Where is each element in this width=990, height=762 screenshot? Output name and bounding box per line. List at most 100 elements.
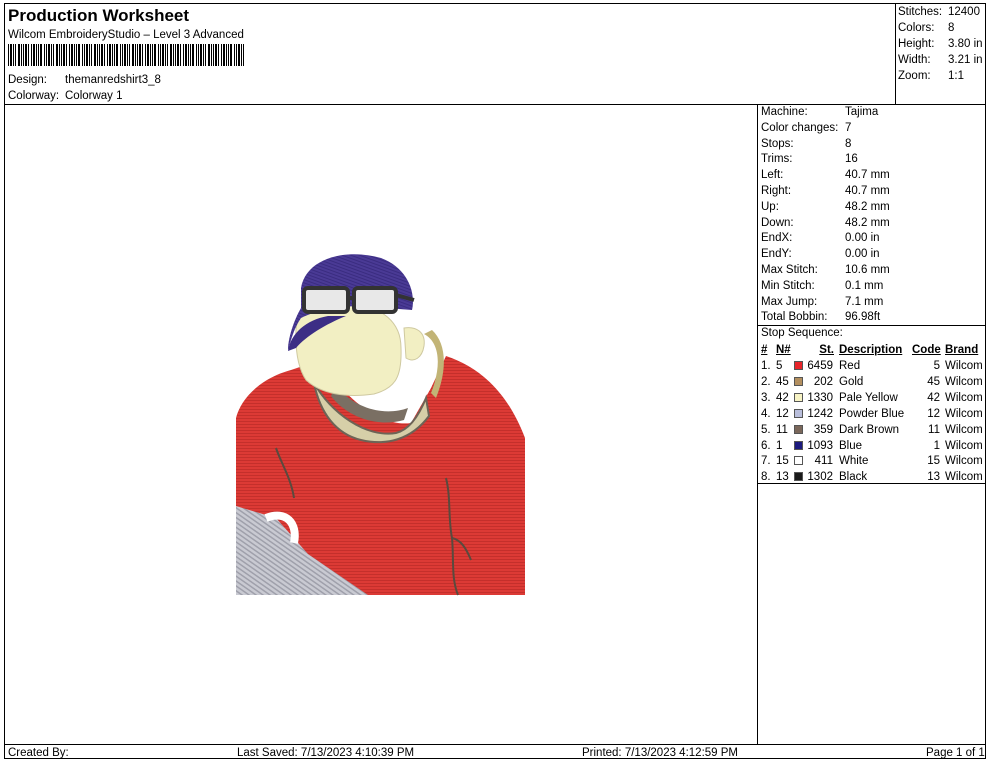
stop-row-num: 2. [761,375,771,388]
printed-date: Printed: 7/13/2023 4:12:59 PM [582,747,738,759]
color-changes-value: 7 [845,122,852,134]
width-value: 3.21 in [948,54,983,66]
stop-row-num: 4. [761,407,771,420]
col-header-st: St. [819,344,834,356]
stop-row-code: 12 [927,407,940,420]
stop-row-num: 6. [761,439,771,452]
zoom-value: 1:1 [948,70,964,82]
footer-divider [4,744,986,745]
stitches-value: 12400 [948,6,980,18]
stop-row-stitches: 1330 [807,391,833,404]
min-stitch-value: 0.1 mm [845,280,884,292]
stop-row-code: 5 [933,360,940,372]
machine-value: Tajima [845,106,879,118]
color-swatch [794,376,803,386]
color-swatch [794,361,803,370]
color-swatch [794,408,803,418]
stop-row-description: Dark Brown [839,423,900,436]
stop-row-description: Gold [839,375,864,388]
min-stitch-label: Min Stitch: [761,280,815,292]
stop-row-description: White [839,455,869,468]
width-label: Width: [898,54,931,66]
stop-row-brand: Wilcom [945,455,983,468]
stop-sequence-title: Stop Sequence: [761,327,843,339]
color-swatch [794,392,803,402]
stop-row-needle: 11 [776,423,788,436]
face [295,301,402,396]
stop-row-code: 13 [927,471,940,484]
stop-row-needle: 13 [776,471,789,484]
down-label: Down: [761,217,794,229]
design-preview [236,254,525,596]
max-stitch-label: Max Stitch: [761,264,818,276]
stop-row-num: 3. [761,391,771,404]
stop-row-brand: Wilcom [945,391,983,404]
sunglasses [302,286,415,314]
color-swatch [794,424,803,434]
endx-value: 0.00 in [845,232,880,244]
colorway-value: Colorway 1 [65,90,123,102]
machine-label: Machine: [761,106,808,118]
up-label: Up: [761,201,779,213]
stop-row-needle: 15 [776,455,789,468]
stop-row-brand: Wilcom [945,360,983,372]
color-changes-label: Color changes: [761,122,839,134]
max-stitch-value: 10.6 mm [845,264,890,276]
stop-row-needle: 45 [776,375,789,388]
down-value: 48.2 mm [845,217,890,229]
stop-row-stitches: 1302 [807,471,833,484]
total-bobbin-label: Total Bobbin: [761,311,828,323]
stop-row-code: 45 [927,375,940,388]
stops-label: Stops: [761,138,794,150]
colors-value: 8 [948,22,955,34]
page-title: Production Worksheet [8,6,190,25]
max-jump-label: Max Jump: [761,296,818,308]
stop-row-brand: Wilcom [945,423,983,436]
stop-row-stitches: 202 [813,375,833,388]
col-header-brand: Brand [945,344,979,356]
summary-divider [895,3,896,104]
max-jump-value: 7.1 mm [845,296,884,308]
page-number: Page 1 of 1 [926,747,985,759]
software-subtitle: Wilcom EmbroideryStudio – Level 3 Advanc… [8,29,244,41]
stop-row-stitches: 6459 [807,360,833,372]
stop-row-description: Blue [839,439,863,452]
stop-row-needle: 12 [776,407,789,420]
col-header-code: Code [912,344,941,356]
stop-row-stitches: 1093 [807,439,833,452]
header-divider [4,104,986,105]
stop-row-code: 11 [928,423,940,436]
stops-value: 8 [845,138,852,150]
left-label: Left: [761,169,784,181]
stop-row-description: Powder Blue [839,407,905,420]
info-panel-divider [757,104,758,744]
colorway-label: Colorway: [8,90,60,102]
colors-label: Colors: [898,22,935,34]
up-value: 48.2 mm [845,201,890,213]
color-swatch [794,440,803,450]
height-label: Height: [898,38,935,50]
design-label: Design: [8,74,47,86]
stop-row-stitches: 411 [814,455,833,468]
endy-value: 0.00 in [845,248,880,260]
trims-label: Trims: [761,153,793,165]
col-header-num: # [761,344,768,356]
stop-row-stitches: 359 [813,423,833,436]
stop-row-brand: Wilcom [945,375,983,388]
stop-row-needle: 5 [776,360,783,372]
stop-row-description: Red [839,360,861,372]
stop-row-num: 5. [761,423,771,436]
stop-row-description: Pale Yellow [839,391,898,404]
total-bobbin-value: 96.98ft [845,311,881,323]
stop-row-needle: 1 [776,439,783,452]
created-by: Created By: [8,747,69,759]
design-value: themanredshirt3_8 [65,74,161,86]
endy-label: EndY: [761,248,792,260]
stop-row-stitches: 1242 [807,407,833,420]
stop-row-code: 42 [927,391,940,404]
barcode [8,44,244,66]
stop-row-num: 7. [761,455,771,468]
color-swatch [794,456,803,466]
stop-row-num: 1. [761,360,771,372]
endx-label: EndX: [761,232,793,244]
